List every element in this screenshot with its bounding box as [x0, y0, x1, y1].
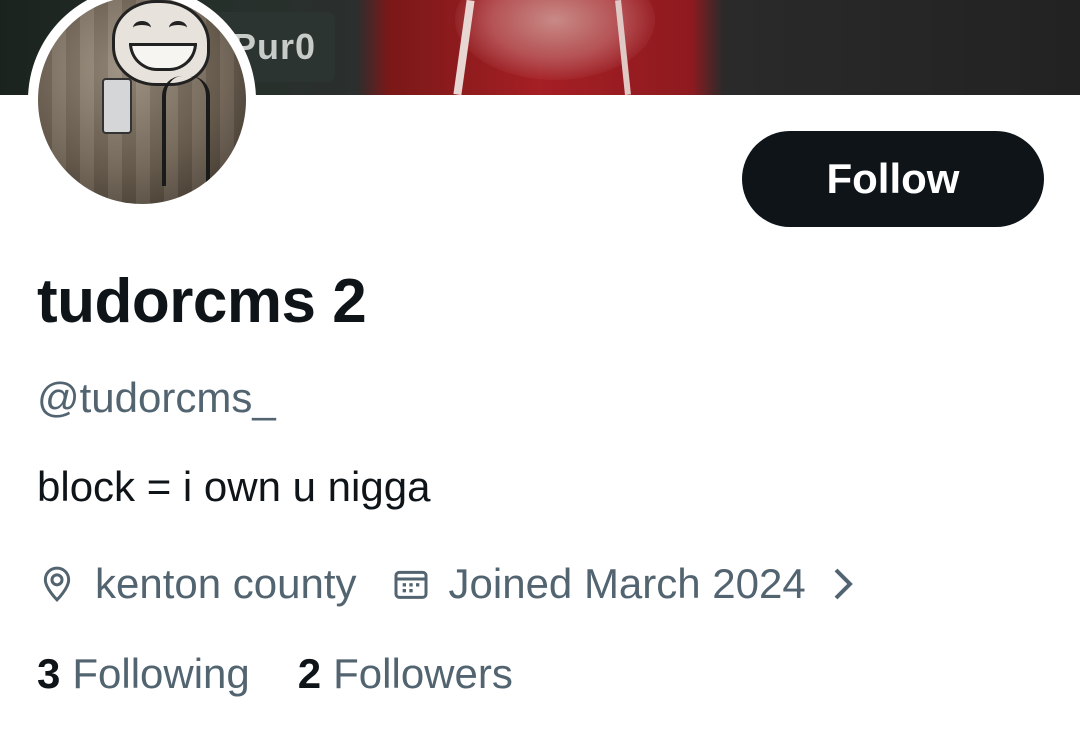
- avatar-body: [162, 76, 210, 186]
- profile-stats: 3 Following 2 Followers: [37, 650, 513, 698]
- profile-avatar[interactable]: [28, 0, 256, 214]
- user-handle: @tudorcms_: [37, 374, 276, 421]
- avatar-grin: [129, 43, 197, 71]
- follow-button[interactable]: Follow: [742, 131, 1044, 227]
- chevron-right-icon[interactable]: [830, 564, 856, 604]
- location-pin-icon: [37, 564, 77, 604]
- avatar-eye: [169, 21, 187, 35]
- display-name: tudorcms 2: [37, 267, 367, 336]
- calendar-icon: [391, 564, 431, 604]
- avatar-eye: [133, 21, 151, 35]
- avatar-phone: [102, 78, 132, 134]
- location-text: kenton county: [95, 560, 357, 607]
- following-link[interactable]: 3 Following: [37, 650, 250, 698]
- avatar-troll-face: [112, 0, 210, 86]
- following-label: Following: [72, 650, 250, 697]
- joined-date[interactable]: Joined March 2024: [449, 560, 806, 608]
- following-count: 3: [37, 650, 61, 697]
- avatar-image: [38, 0, 246, 204]
- followers-label: Followers: [333, 650, 513, 697]
- profile-bio: block = i own u nigga: [37, 463, 431, 510]
- followers-link[interactable]: 2 Followers: [298, 650, 513, 698]
- profile-meta: kenton county Joined March 2024: [37, 556, 856, 612]
- followers-count: 2: [297, 650, 322, 697]
